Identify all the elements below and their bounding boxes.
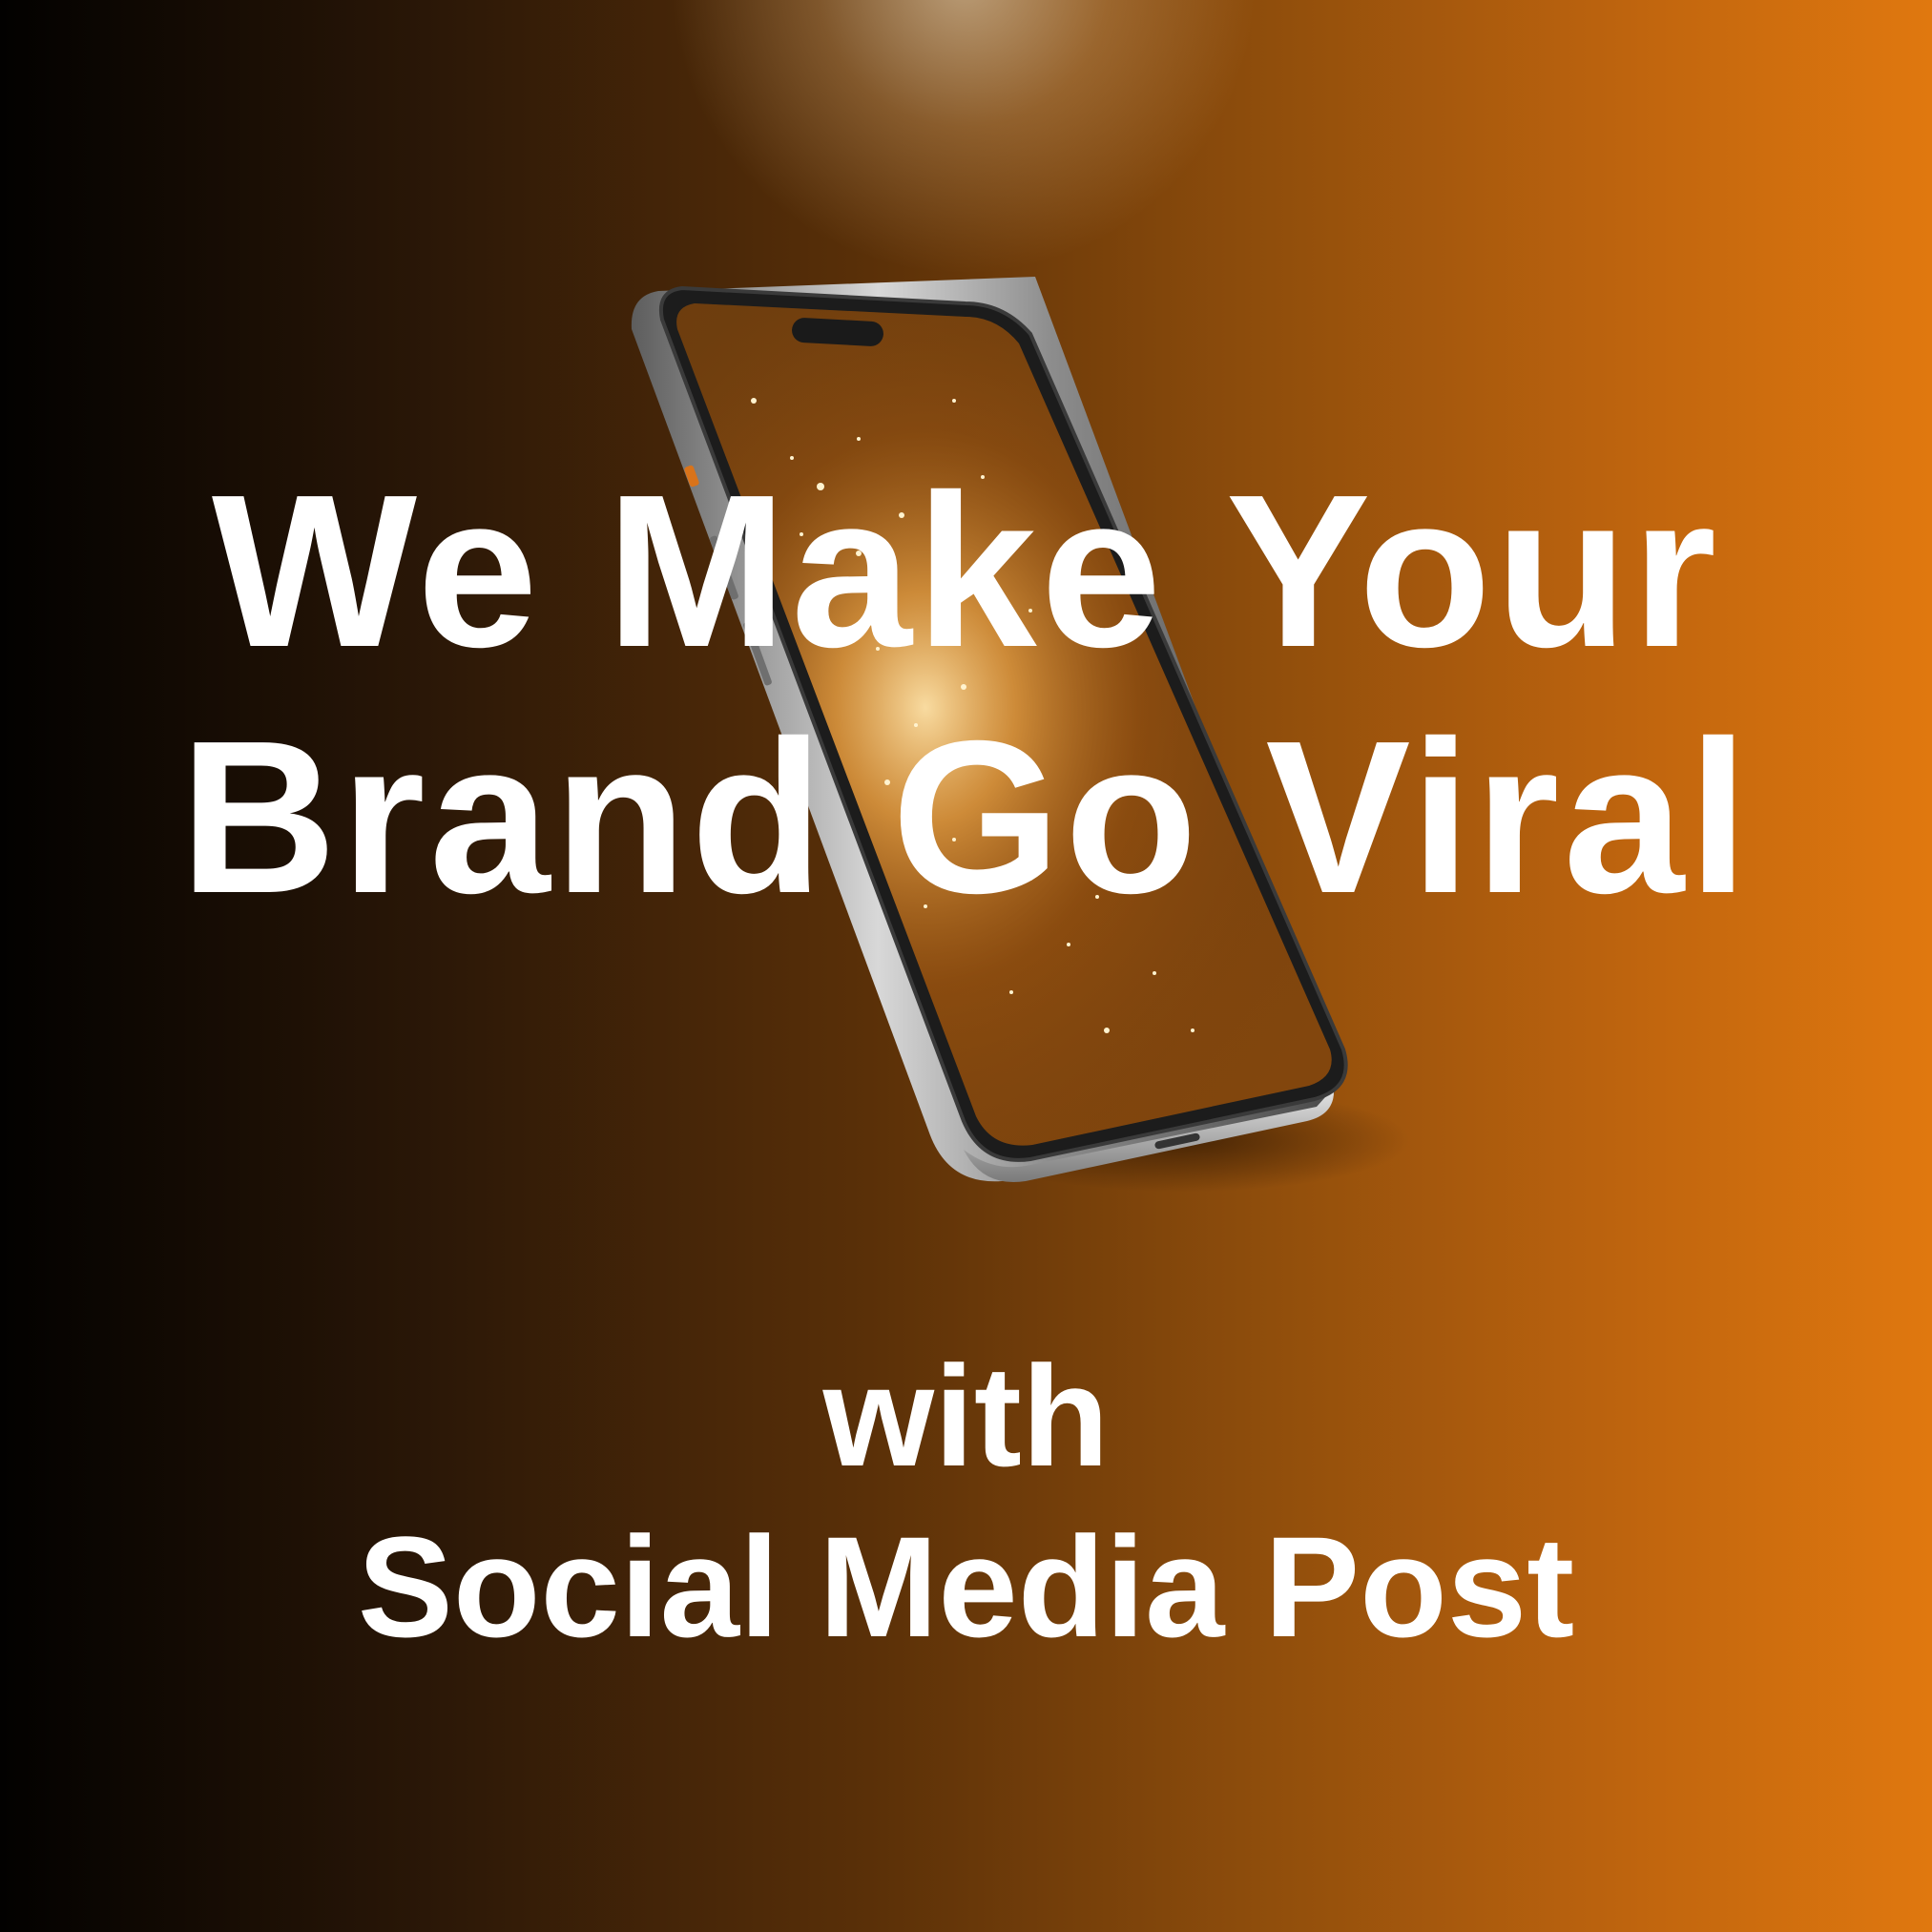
headline: We Make Your Brand Go Viral	[0, 448, 1932, 941]
subtitle: with Social Media Post	[0, 1334, 1932, 1675]
social-post-canvas: We Make Your Brand Go Viral with Social …	[0, 0, 1932, 1932]
headline-line-2: Brand Go Viral	[179, 696, 1753, 939]
subtitle-line-2: Social Media Post	[357, 1506, 1575, 1667]
subtitle-line-1: with	[822, 1336, 1110, 1496]
headline-line-1: We Make Your	[211, 450, 1721, 693]
dynamic-island	[792, 318, 883, 346]
